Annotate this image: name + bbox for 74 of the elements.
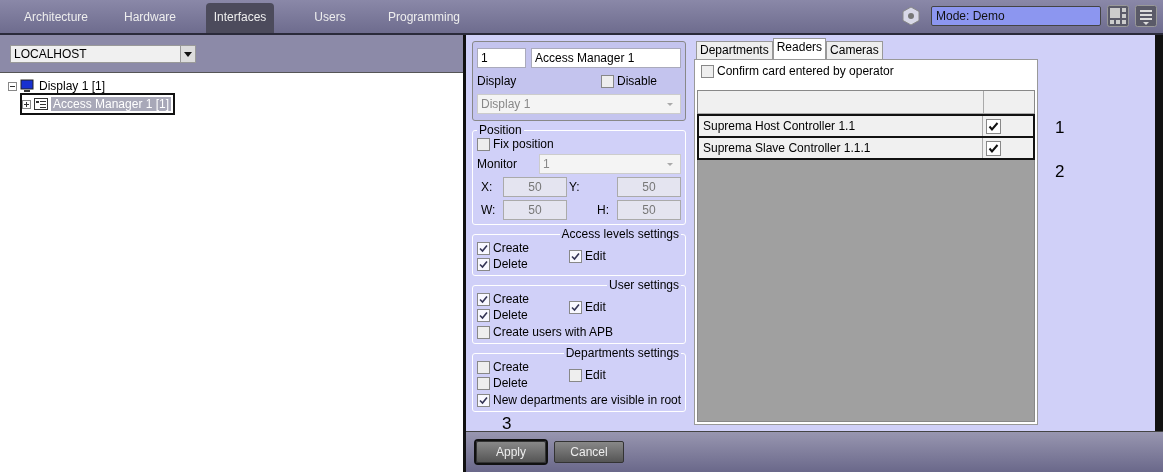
callout-number: 2 [1055, 162, 1065, 182]
display-label: Display [477, 74, 517, 88]
checkbox-label: Disable [616, 74, 657, 88]
checkbox-label: Create [493, 360, 530, 374]
tab[interactable]: Cameras [826, 41, 883, 59]
w-label: W: [481, 203, 497, 217]
checkbox[interactable] [477, 292, 490, 306]
tree-item[interactable]: Display 1 [1] [37, 79, 108, 93]
x-field[interactable]: 50 [503, 177, 567, 197]
checkbox-label: Delete [493, 308, 528, 322]
checkbox[interactable] [569, 368, 583, 382]
checkbox[interactable] [986, 119, 1001, 134]
checkbox-label: Fix position [493, 137, 554, 151]
checkbox-label: Edit [585, 249, 606, 263]
dialog-button[interactable]: Cancel [554, 441, 624, 463]
callout-number: 3 [502, 415, 512, 433]
x-label: X: [481, 180, 494, 194]
checkbox[interactable] [477, 137, 490, 151]
checkbox-label: Confirm card entered by operator [717, 64, 894, 78]
width-field[interactable]: 50 [503, 200, 567, 220]
hexagon-icon[interactable] [901, 5, 921, 26]
checkbox[interactable] [477, 257, 490, 271]
checkbox-label: Edit [585, 300, 606, 314]
callout-number: 1 [1055, 118, 1065, 138]
checkbox[interactable] [477, 376, 490, 390]
name-field[interactable]: Access Manager 1 [531, 48, 681, 68]
nav-tab[interactable]: Architecture [10, 3, 102, 33]
y-label: Y: [569, 180, 581, 194]
checkbox[interactable] [569, 300, 583, 314]
checkbox-label: New departments are visible in root [493, 393, 682, 407]
dialog-button[interactable]: Apply [476, 441, 546, 463]
checkbox-label: Delete [493, 257, 528, 271]
tab[interactable]: Readers [772, 38, 827, 59]
monitor-dropdown[interactable]: 1 [539, 154, 681, 174]
group-title: Position [478, 123, 523, 137]
nav-tab[interactable]: Hardware [104, 3, 196, 33]
menu-icon[interactable] [1135, 4, 1157, 27]
nav-tab[interactable]: Users [284, 3, 376, 33]
nav-tab[interactable]: Programming [378, 3, 470, 33]
checkbox[interactable] [477, 308, 490, 322]
expand-icon[interactable] [22, 99, 31, 109]
id-field[interactable]: 1 [477, 48, 526, 68]
height-field[interactable]: 50 [617, 200, 681, 220]
layout-icon[interactable] [1107, 4, 1129, 27]
tab[interactable]: Departments [696, 41, 773, 59]
display-dropdown[interactable]: Display 1 [477, 94, 681, 114]
checkbox-label: Create users with APB [493, 325, 614, 339]
checkbox[interactable] [477, 241, 490, 255]
monitor-icon [20, 79, 34, 93]
checkbox-label: Create [493, 241, 530, 255]
group-title: Access levels settings [560, 227, 680, 241]
y-field[interactable]: 50 [617, 177, 681, 197]
caret-icon [180, 45, 195, 62]
checkbox[interactable] [569, 249, 583, 263]
nav-tab[interactable]: Interfaces [206, 3, 274, 33]
checkbox[interactable] [701, 64, 714, 78]
list-icon [34, 98, 48, 110]
checkbox[interactable] [477, 360, 490, 374]
table-cell: Suprema Slave Controller 1.1.1 [699, 138, 983, 158]
mode-field: Mode: Demo [931, 5, 1101, 26]
server-dropdown[interactable]: LOCALHOST [10, 44, 196, 63]
checkbox[interactable] [986, 141, 1001, 156]
group-title: User settings [607, 278, 680, 292]
tree-item[interactable]: Access Manager 1 [1] [51, 97, 172, 111]
checkbox-label: Delete [493, 376, 528, 390]
collapse-icon[interactable] [8, 81, 17, 91]
checkbox-label: Create [493, 292, 530, 306]
checkbox[interactable] [477, 325, 490, 339]
monitor-label: Monitor [477, 157, 517, 171]
checkbox[interactable] [600, 74, 614, 88]
checkbox-label: Edit [585, 368, 606, 382]
checkbox[interactable] [477, 393, 490, 407]
h-label: H: [596, 203, 610, 217]
group-title: Departments settings [564, 346, 681, 360]
